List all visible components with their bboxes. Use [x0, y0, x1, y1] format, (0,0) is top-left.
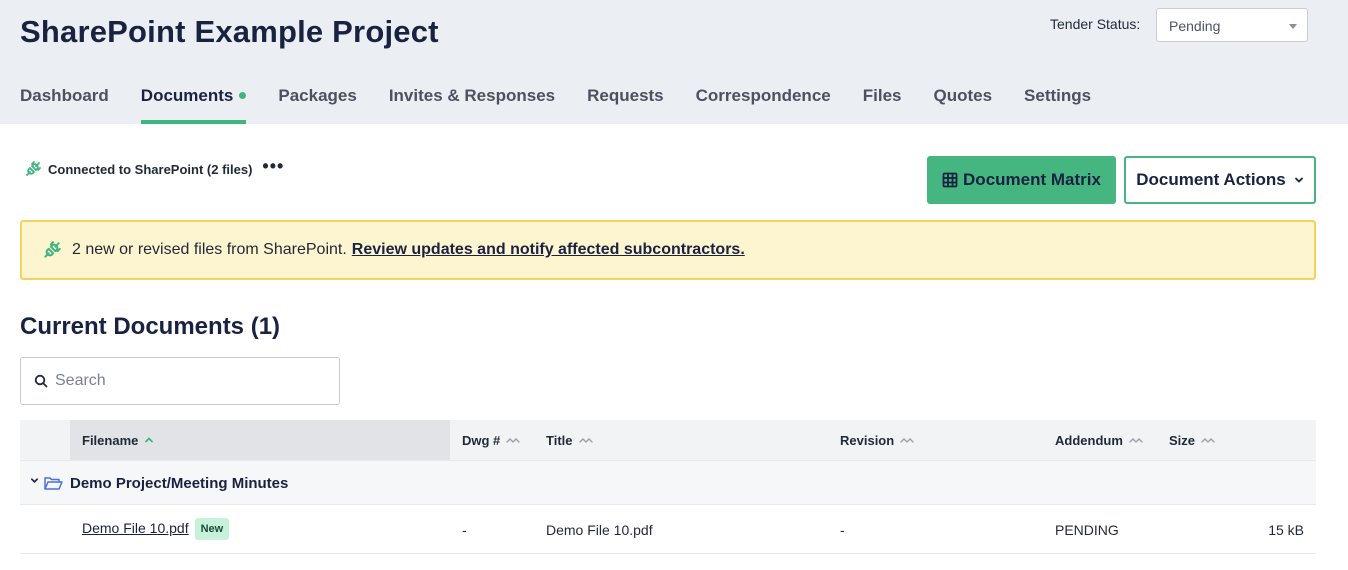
document-matrix-label: Document Matrix: [963, 170, 1101, 189]
sharepoint-status-text: Connected to SharePoint (2 files): [48, 161, 253, 177]
plug-sync-icon: [44, 241, 61, 258]
tab-label: Dashboard: [20, 86, 109, 105]
project-header: SharePoint Example Project Tender Status…: [0, 0, 1348, 124]
sort-icon: [578, 438, 593, 443]
search-icon: [34, 374, 48, 388]
sort-icon: [506, 438, 520, 443]
more-options-button[interactable]: •••: [262, 157, 284, 175]
table-row: Demo File 10.pdf New - Demo File 10.pdf -…: [20, 504, 1316, 554]
sharepoint-update-banner: 2 new or revised files from SharePoint. …: [20, 220, 1316, 280]
column-label: Title: [546, 432, 573, 448]
tender-status-label: Tender Status:: [1050, 16, 1141, 32]
search-box: [20, 357, 340, 405]
sort-icon: [900, 438, 914, 443]
table-header: Filename Dwg # Title Revision Addendum S…: [20, 420, 1316, 460]
sort-ascending-icon: [145, 437, 154, 443]
new-badge: New: [194, 518, 230, 540]
document-actions-button[interactable]: Document Actions: [1124, 156, 1316, 204]
tab-quotes[interactable]: Quotes: [933, 86, 992, 124]
tender-status-value: Pending: [1169, 18, 1221, 34]
column-label: Size: [1169, 432, 1196, 448]
plug-sync-icon: [26, 161, 41, 176]
banner-text: 2 new or revised files from SharePoint.: [72, 241, 347, 258]
tab-files[interactable]: Files: [863, 86, 902, 124]
column-header-title[interactable]: Title: [546, 420, 593, 460]
caret-down-icon: [1289, 24, 1297, 29]
tab-correspondence[interactable]: Correspondence: [696, 86, 831, 124]
filename-cell: Demo File 10.pdf New: [82, 518, 230, 541]
tab-label: Files: [862, 86, 902, 105]
project-title: SharePoint Example Project: [20, 14, 439, 49]
tab-packages[interactable]: Packages: [278, 86, 356, 124]
tab-invites-responses[interactable]: Invites & Responses: [389, 86, 555, 124]
sort-icon: [1129, 438, 1143, 443]
column-header-addendum[interactable]: Addendum: [1055, 420, 1143, 460]
column-label: Dwg #: [462, 432, 501, 448]
documents-table: Filename Dwg # Title Revision Addendum S…: [20, 420, 1316, 554]
tab-label: Packages: [278, 86, 357, 105]
size-cell: 15 kB: [1268, 522, 1304, 538]
tab-label: Settings: [1024, 86, 1092, 105]
tab-label: Documents: [140, 86, 234, 105]
file-link[interactable]: Demo File 10.pdf: [82, 520, 189, 536]
tab-settings[interactable]: Settings: [1024, 86, 1091, 124]
review-updates-link[interactable]: Review updates and notify affected subco…: [352, 241, 745, 259]
revision-cell: -: [840, 522, 845, 538]
sort-icon: [1201, 438, 1215, 443]
chevron-down-icon: [1294, 177, 1303, 183]
column-header-dwg[interactable]: Dwg #: [462, 420, 520, 460]
tab-dashboard[interactable]: Dashboard: [20, 86, 109, 124]
tender-status-select[interactable]: Pending: [1156, 8, 1308, 42]
chevron-down-icon[interactable]: [30, 476, 39, 485]
folder-group-row[interactable]: Demo Project/Meeting Minutes: [20, 460, 1316, 504]
column-header-revision[interactable]: Revision: [840, 420, 914, 460]
folder-name: Demo Project/Meeting Minutes: [70, 475, 289, 492]
tab-documents[interactable]: Documents: [140, 86, 247, 124]
document-matrix-button[interactable]: Document Matrix: [927, 156, 1116, 204]
folder-open-icon: [44, 477, 63, 490]
tab-label: Correspondence: [695, 86, 831, 105]
tab-label: Requests: [587, 86, 664, 105]
column-header-size[interactable]: Size: [1169, 420, 1215, 460]
sharepoint-status: Connected to SharePoint (2 files) •••: [24, 157, 284, 178]
addendum-cell: PENDING: [1055, 522, 1119, 538]
grid-icon: [942, 172, 958, 188]
title-cell: Demo File 10.pdf: [546, 522, 653, 538]
column-label: Addendum: [1055, 432, 1123, 448]
status-dot-icon: [239, 92, 247, 100]
project-tabs: Dashboard Documents Packages Invites & R…: [20, 86, 1123, 124]
column-label: Filename: [82, 432, 139, 448]
column-label: Revision: [840, 432, 895, 448]
tab-requests[interactable]: Requests: [587, 86, 664, 124]
dwg-cell: -: [462, 522, 467, 538]
tab-label: Invites & Responses: [388, 86, 556, 105]
current-documents-title: Current Documents (1): [20, 313, 281, 340]
search-input[interactable]: [55, 368, 325, 394]
tab-label: Quotes: [933, 86, 993, 105]
document-actions-label: Document Actions: [1136, 170, 1286, 189]
column-header-filename[interactable]: Filename: [70, 420, 450, 460]
